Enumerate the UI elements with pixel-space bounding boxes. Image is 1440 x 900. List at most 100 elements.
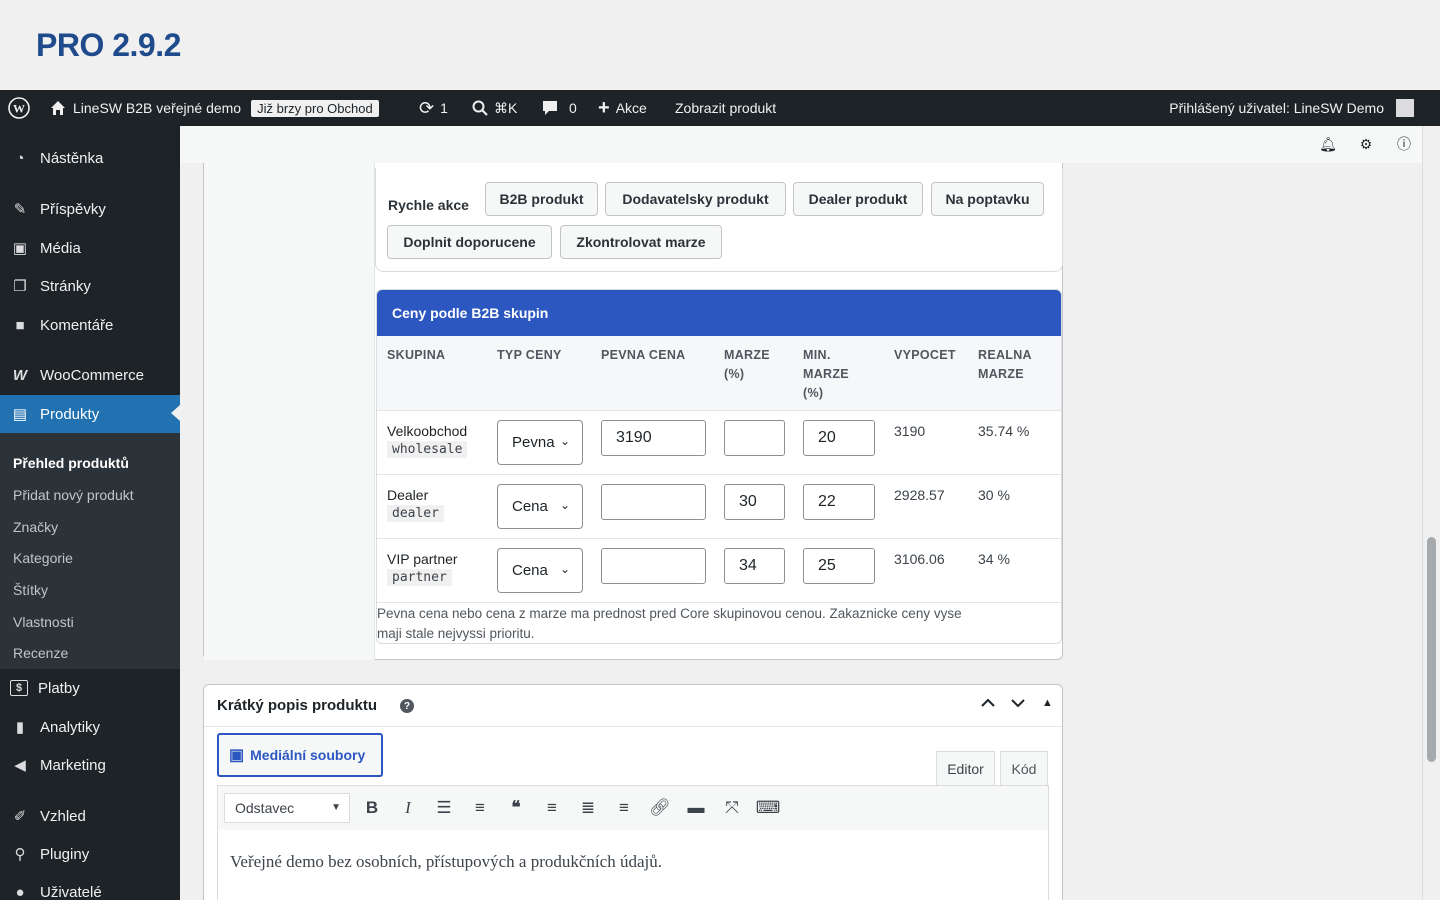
comment-icon (543, 101, 557, 115)
col-fixed-price: PEVNA CENA (601, 348, 686, 362)
editor-toolbar: Odstavec ▼ B I ☰ ≡ ❝ ≡ ≣ ≡ 🔗︎ ▬ ⤧ ⌨ (217, 785, 1049, 831)
b2b-product-button[interactable]: B2B produkt (485, 182, 598, 216)
sidebar-item-appearance[interactable]: ✐ Vzhled (0, 798, 180, 834)
collapse-toggle-icon[interactable]: ▲ (1042, 697, 1053, 709)
wordpress-logo[interactable]: W (8, 90, 30, 126)
price-type-select[interactable]: Cena ⌄ (497, 484, 583, 529)
sidebar-item-products[interactable]: ▤ Produkty (0, 395, 180, 433)
fill-recommended-button[interactable]: Doplnit doporucene (387, 225, 552, 259)
min-margin-input[interactable]: 25 (803, 548, 875, 584)
sidebar-item-payments[interactable]: $ Platby (0, 670, 180, 706)
sidebar-item-marketing[interactable]: ◀ Marketing (0, 747, 180, 783)
admin-bar: W LineSW B2B veřejné demo Již brzy pro O… (0, 90, 1440, 126)
help-circle-icon[interactable]: ⓘ (1395, 135, 1413, 153)
submenu-brands[interactable]: Značky (13, 519, 58, 535)
user-account-link[interactable]: Přihlášený uživatel: LineSW Demo (1169, 90, 1414, 126)
margin-input[interactable]: 34 (724, 548, 785, 584)
notification-bell-icon[interactable]: 🔔︎ (1319, 135, 1337, 153)
col-group: SKUPINA (387, 348, 446, 362)
sidebar-item-posts[interactable]: ✎ Příspěvky (0, 191, 180, 227)
editor-content-area[interactable]: Veřejné demo bez osobních, přístupových … (217, 830, 1049, 900)
check-margins-button[interactable]: Zkontrolovat marze (560, 225, 722, 259)
chevron-down-icon[interactable] (1010, 695, 1026, 714)
sidebar-item-pages[interactable]: ❐ Stránky (0, 268, 180, 304)
on-request-button[interactable]: Na poptavku (931, 182, 1044, 216)
toolbar-toggle-icon[interactable]: ⌨ (756, 796, 781, 820)
bullet-list-icon[interactable]: ☰ (433, 796, 455, 820)
sidebar-item-comments[interactable]: ■ Komentáře (0, 307, 180, 343)
blockquote-icon[interactable]: ❝ (505, 796, 527, 820)
submenu-all-products[interactable]: Přehled produktů (13, 455, 129, 471)
submenu-add-new-product[interactable]: Přidat nový produkt (13, 487, 134, 503)
fixed-price-input[interactable] (601, 484, 706, 520)
home-icon (51, 101, 65, 115)
sidebar-item-label: Pluginy (40, 845, 90, 863)
price-type-select[interactable]: Pevna ⌄ (497, 420, 583, 465)
align-right-icon[interactable]: ≡ (613, 796, 635, 820)
gear-icon[interactable]: ⚙ (1357, 135, 1375, 153)
fixed-price-input[interactable]: 3190 (601, 420, 706, 456)
sidebar-item-analytics[interactable]: ▮ Analytiky (0, 709, 180, 745)
comments-link[interactable]: 0 (541, 90, 577, 126)
megaphone-icon: ◀ (14, 757, 26, 774)
dealer-product-button[interactable]: Dealer produkt (793, 182, 923, 216)
numbered-list-icon[interactable]: ≡ (469, 796, 491, 820)
help-icon[interactable]: ? (400, 699, 414, 713)
col-real-margin: REALNA MARZE (978, 346, 1032, 384)
user-icon: ● (15, 883, 25, 900)
priority-note-line: Pevna cena nebo cena z marze ma prednost… (377, 606, 962, 621)
add-media-button[interactable]: ▣ Mediální soubory (217, 733, 383, 777)
comments-count: 0 (569, 100, 577, 116)
sidebar-item-label: WooCommerce (40, 366, 144, 384)
group-slug: partner (387, 569, 452, 586)
tab-code[interactable]: Kód (1000, 751, 1048, 785)
align-center-icon[interactable]: ≣ (577, 796, 599, 820)
pin-icon: ✎ (13, 201, 27, 218)
min-margin-input[interactable]: 22 (803, 484, 875, 520)
products-submenu: Přehled produktů Přidat nový produkt Zna… (0, 433, 180, 669)
submenu-tags[interactable]: Štítky (13, 582, 48, 598)
read-more-icon[interactable]: ▬ (685, 796, 707, 820)
coming-soon-badge[interactable]: Již brzy pro Obchod (251, 99, 379, 117)
submenu-reviews[interactable]: Recenze (13, 645, 68, 661)
search-shortcut[interactable]: ⌘K (472, 90, 517, 126)
col-calculation: VYPOCET (894, 348, 956, 362)
page-scrollbar-thumb[interactable] (1427, 537, 1436, 762)
site-name-link[interactable]: LineSW B2B veřejné demo Již brzy pro Obc… (49, 90, 379, 126)
fullscreen-icon[interactable]: ⤧ (721, 796, 743, 820)
col-min-margin: MIN. MARZE (%) (803, 346, 849, 403)
comment-icon: ■ (15, 316, 25, 334)
short-description-title: Krátký popis produktu (217, 697, 378, 714)
align-left-icon[interactable]: ≡ (541, 796, 563, 820)
updates-link[interactable]: ⟳ 1 (419, 90, 448, 126)
sidebar-item-users[interactable]: ● Uživatelé (0, 874, 180, 900)
col-margin-line: (%) (724, 367, 745, 381)
margin-input[interactable] (724, 420, 785, 456)
margin-input[interactable]: 30 (724, 484, 785, 520)
sidebar-item-media[interactable]: ▣ Média (0, 230, 180, 266)
format-select[interactable]: Odstavec ▼ (224, 793, 350, 823)
supplier-product-button[interactable]: Dodavatelsky produkt (605, 182, 786, 216)
tab-editor[interactable]: Editor (936, 751, 995, 785)
col-min-line: MARZE (803, 367, 849, 381)
price-type-select[interactable]: Cena ⌄ (497, 548, 583, 593)
bold-icon[interactable]: B (361, 796, 383, 820)
italic-icon[interactable]: I (397, 796, 419, 820)
b2b-prices-panel: Ceny podle B2B skupin SKUPINA TYP CENY P… (376, 289, 1062, 644)
fixed-price-input[interactable] (601, 548, 706, 584)
new-content-link[interactable]: + Akce (598, 90, 647, 126)
chevron-up-icon[interactable] (980, 695, 996, 714)
sidebar-item-dashboard[interactable]: ◔ Nástěnka (0, 140, 180, 176)
avatar (1396, 99, 1414, 117)
sidebar-item-plugins[interactable]: ⚲ Pluginy (0, 836, 180, 872)
calculated-price: 3106.06 (894, 551, 945, 567)
submenu-attributes[interactable]: Vlastnosti (13, 614, 74, 630)
min-margin-input[interactable]: 20 (803, 420, 875, 456)
page-scrollbar-track[interactable] (1422, 126, 1440, 900)
view-product-link[interactable]: Zobrazit produkt (675, 90, 776, 126)
group-slug: dealer (387, 505, 444, 522)
media-icon: ▣ (12, 240, 28, 257)
link-icon[interactable]: 🔗︎ (649, 796, 671, 820)
submenu-categories[interactable]: Kategorie (13, 550, 73, 566)
sidebar-item-woocommerce[interactable]: W WooCommerce (0, 357, 180, 393)
